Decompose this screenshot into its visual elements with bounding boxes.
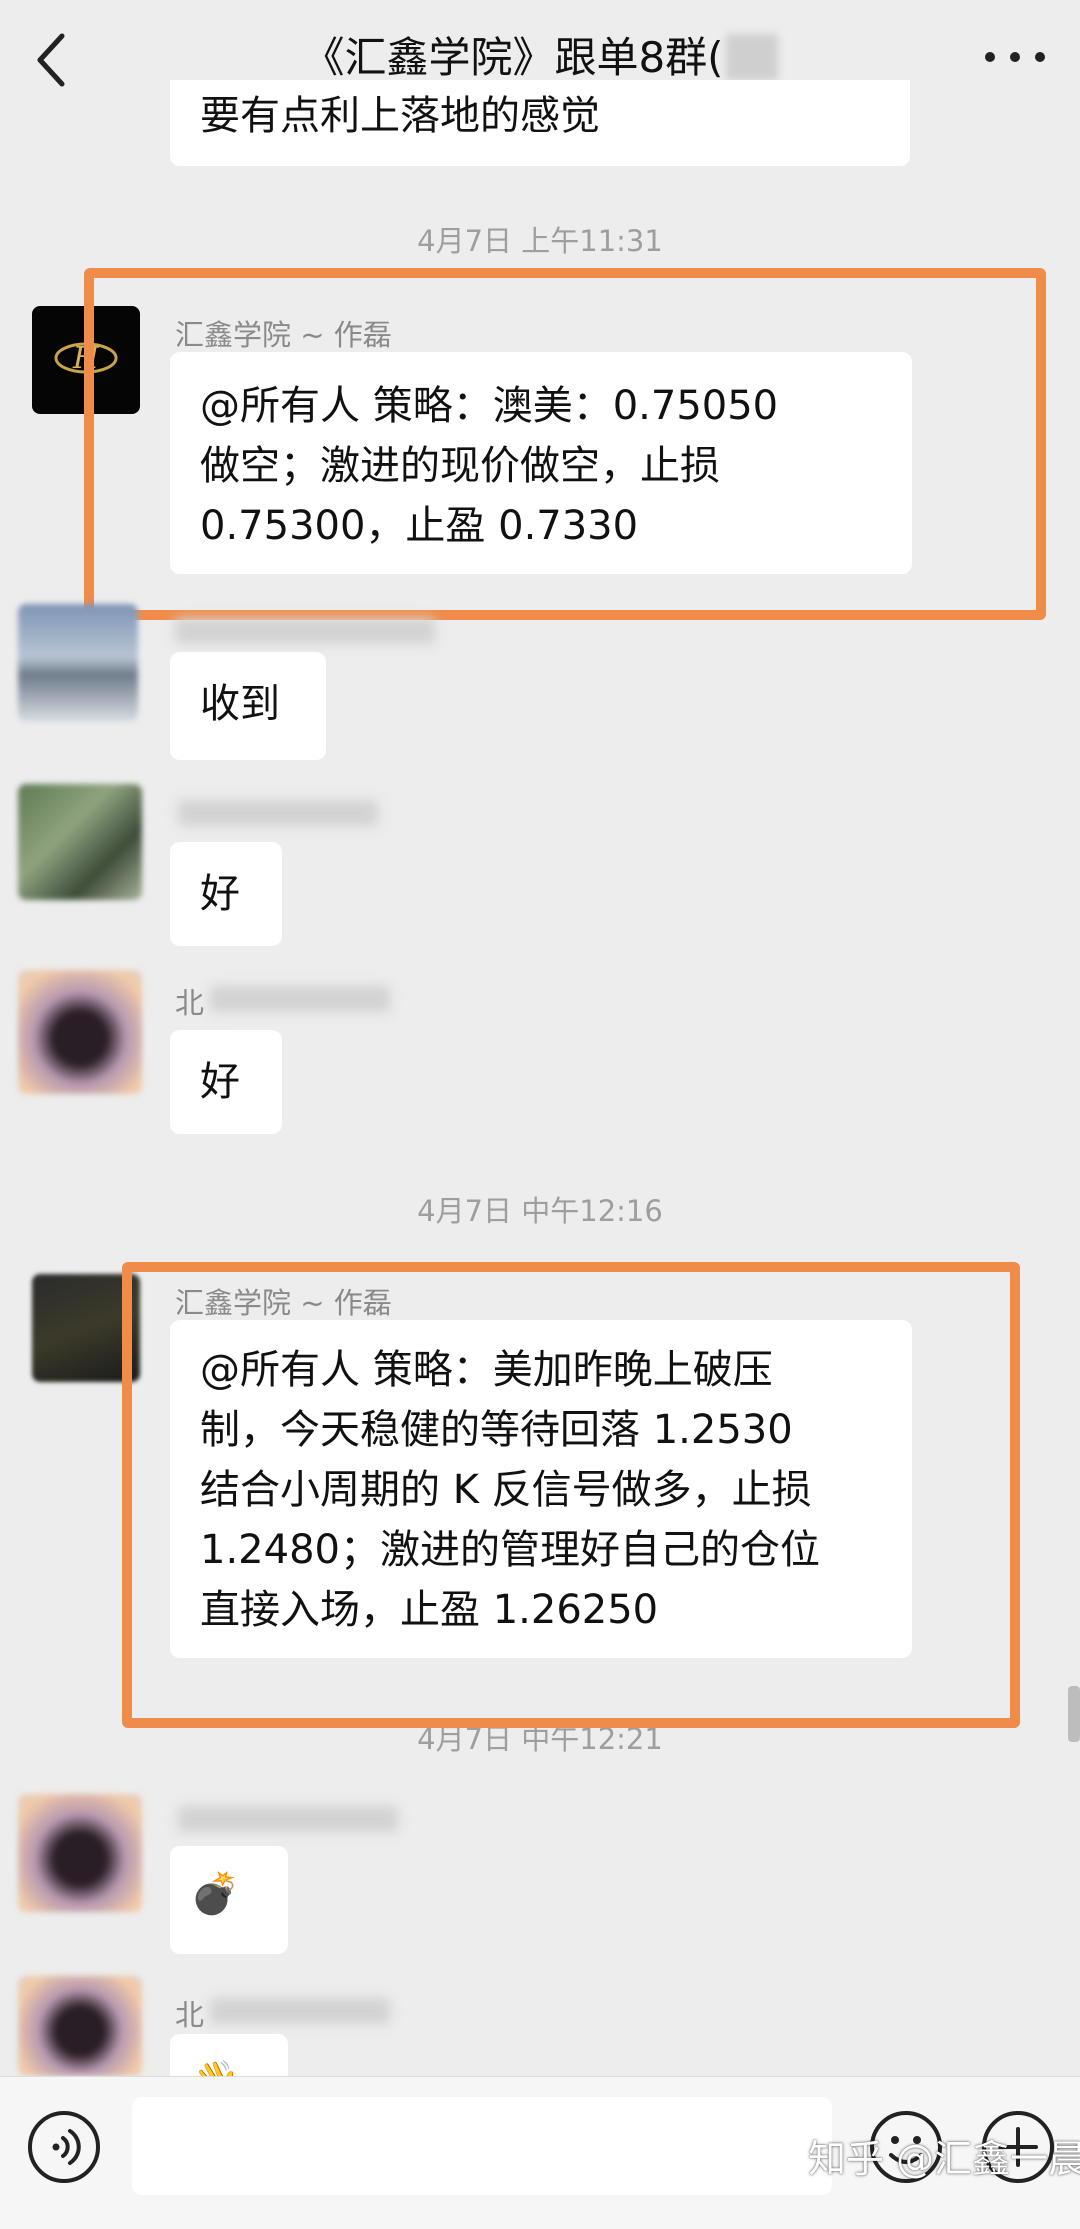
watermark: 知乎 @汇鑫一晨曦 bbox=[808, 2137, 1080, 2181]
blurred-sender-name bbox=[178, 800, 378, 826]
blurred-title-suffix bbox=[725, 34, 778, 80]
partial-message-clip: 要有点利上落地的感觉 bbox=[170, 80, 910, 166]
timestamp: 4月7日 中午12:16 bbox=[417, 1194, 663, 1228]
back-chevron-icon[interactable] bbox=[32, 30, 72, 90]
message-bubble[interactable]: 要有点利上落地的感觉 bbox=[170, 80, 910, 166]
blurred-sender-name bbox=[210, 1998, 390, 2024]
avatar[interactable] bbox=[18, 1976, 142, 2076]
bomb-emoji: 💣 bbox=[190, 1871, 240, 1917]
chat-title: 《汇鑫学院》跟单8群( bbox=[140, 28, 940, 88]
message-bubble[interactable]: 好 bbox=[170, 842, 282, 946]
message-text: 要有点利上落地的感觉 bbox=[200, 93, 600, 139]
sender-name: 北 bbox=[175, 986, 205, 1020]
blurred-sender-name bbox=[178, 1806, 398, 1832]
message-text: 好 bbox=[200, 1059, 240, 1105]
message-bubble[interactable]: 💣 bbox=[170, 1846, 288, 1954]
partial-message-clip: 👋 bbox=[170, 2034, 288, 2076]
chat-title-text: 《汇鑫学院》跟单8群( bbox=[302, 33, 724, 82]
avatar[interactable] bbox=[18, 604, 138, 722]
message-text: 好 bbox=[200, 871, 240, 917]
message-text: 收到 bbox=[200, 681, 280, 727]
message-bubble[interactable]: 好 bbox=[170, 1030, 282, 1134]
more-dots-icon[interactable] bbox=[980, 42, 1050, 72]
avatar[interactable] bbox=[18, 784, 142, 900]
voice-icon[interactable] bbox=[26, 2109, 102, 2185]
wave-emoji: 👋 bbox=[190, 2059, 240, 2076]
avatar[interactable] bbox=[18, 1794, 142, 1912]
blurred-sender-name bbox=[175, 618, 435, 644]
highlight-box bbox=[84, 268, 1046, 620]
blurred-sender-name bbox=[210, 986, 390, 1012]
sender-name: 北 bbox=[175, 1998, 205, 2032]
scrollbar-thumb[interactable] bbox=[1068, 1686, 1080, 1742]
message-bubble[interactable]: 👋 bbox=[170, 2034, 288, 2076]
highlight-box bbox=[122, 1262, 1020, 1728]
timestamp: 4月7日 上午11:31 bbox=[417, 224, 663, 258]
message-bubble[interactable]: 收到 bbox=[170, 652, 326, 760]
avatar[interactable] bbox=[18, 970, 142, 1094]
message-input[interactable] bbox=[132, 2097, 832, 2195]
